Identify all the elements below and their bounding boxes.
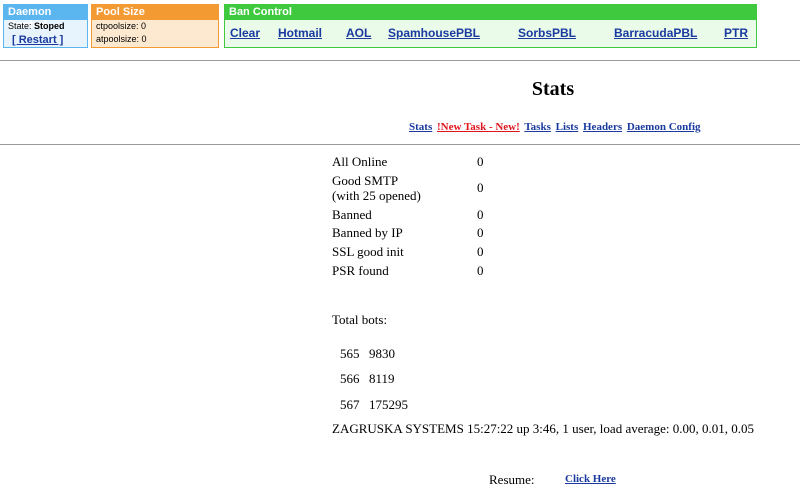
atpoolsize: atpoolsize: 0 bbox=[96, 34, 147, 44]
total-bots-label: Total bots: bbox=[332, 312, 388, 327]
ban-aol-link[interactable]: AOL bbox=[346, 26, 371, 40]
stat-label-good-smtp: Good SMTP bbox=[332, 173, 399, 188]
bot-id: 565 bbox=[340, 346, 360, 361]
top-divider bbox=[0, 60, 800, 61]
stat-label-banned: Banned bbox=[332, 207, 372, 222]
ban-barracudapbl-link[interactable]: BarracudaPBL bbox=[614, 26, 697, 40]
bot-id: 567 bbox=[340, 397, 360, 412]
stat-value-banned: 0 bbox=[477, 207, 484, 222]
stat-value-good-smtp: 0 bbox=[477, 180, 484, 195]
ban-ptr-link[interactable]: PTR bbox=[724, 26, 748, 40]
daemon-state-label: State: bbox=[8, 21, 32, 31]
stat-label-good-smtp-sub: (with 25 opened) bbox=[332, 188, 421, 203]
bot-count: 9830 bbox=[369, 346, 395, 361]
stat-label-banned-by-ip: Banned by IP bbox=[332, 225, 403, 240]
stat-label-ssl-good-init: SSL good init bbox=[332, 244, 404, 259]
page-title: Stats bbox=[531, 78, 575, 100]
ctpoolsize: ctpoolsize: 0 bbox=[96, 21, 147, 31]
bot-id: 566 bbox=[340, 371, 360, 386]
ban-control-panel: Ban Control Clear Hotmail AOL SpamhouseP… bbox=[224, 4, 757, 48]
pool-size-title: Pool Size bbox=[92, 5, 218, 20]
nav-divider bbox=[0, 144, 800, 145]
stat-value-banned-by-ip: 0 bbox=[477, 225, 484, 240]
stat-label-psr-found: PSR found bbox=[332, 263, 389, 278]
nav-tasks-link[interactable]: Tasks bbox=[524, 121, 551, 133]
ban-spamhausepbl-link[interactable]: SpamhousePBL bbox=[388, 26, 480, 40]
restart-link[interactable]: [ Restart ] bbox=[4, 33, 87, 47]
stat-value-ssl-good-init: 0 bbox=[477, 244, 484, 259]
nav-stats-link[interactable]: Stats bbox=[409, 121, 432, 133]
nav-headers-link[interactable]: Headers bbox=[583, 121, 622, 133]
system-status-line: ZAGRUSKA SYSTEMS 15:27:22 up 3:46, 1 use… bbox=[332, 421, 754, 436]
stat-value-psr-found: 0 bbox=[477, 263, 484, 278]
nav-daemon-config-link[interactable]: Daemon Config bbox=[627, 121, 701, 133]
bot-count: 8119 bbox=[369, 371, 395, 386]
pool-size-panel: Pool Size ctpoolsize: 0 atpoolsize: 0 bbox=[91, 4, 219, 48]
nav-new-task-link[interactable]: !New Task - New! bbox=[437, 121, 520, 133]
ban-hotmail-link[interactable]: Hotmail bbox=[278, 26, 322, 40]
daemon-state-value: Stoped bbox=[34, 21, 65, 31]
stat-label-all-online: All Online bbox=[332, 154, 388, 169]
ban-control-title: Ban Control bbox=[225, 5, 756, 20]
daemon-control-title: Daemon Control bbox=[4, 5, 87, 31]
daemon-control-panel: Daemon Control State: Stoped [ Restart ] bbox=[3, 4, 88, 48]
nav-lists-link[interactable]: Lists bbox=[556, 121, 579, 133]
click-here-link[interactable]: Click Here bbox=[565, 473, 616, 485]
ban-sorbspbl-link[interactable]: SorbsPBL bbox=[518, 26, 576, 40]
bot-count: 175295 bbox=[369, 397, 408, 412]
daemon-state: State: Stoped bbox=[4, 20, 87, 33]
nav-links: Stats !New Task - New! Tasks Lists Heade… bbox=[409, 121, 703, 133]
ban-clear-link[interactable]: Clear bbox=[230, 26, 260, 40]
stat-value-all-online: 0 bbox=[477, 154, 484, 169]
